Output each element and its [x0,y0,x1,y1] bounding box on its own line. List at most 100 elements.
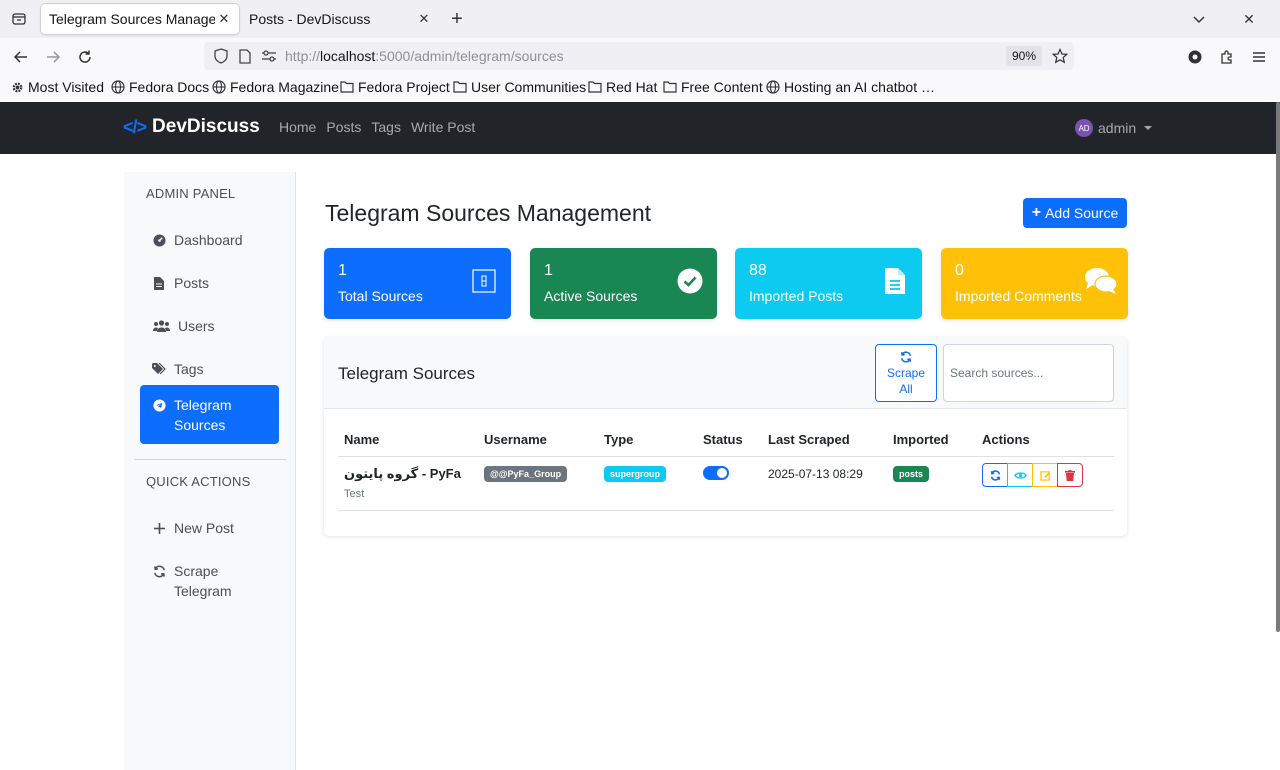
comments-icon [1084,268,1118,294]
url-text[interactable]: http://localhost:5000/admin/telegram/sou… [285,48,564,64]
user-menu-dropdown[interactable]: AD admin [1075,119,1153,137]
account-icon[interactable] [1183,45,1207,69]
column-header-last-scraped[interactable]: Last Scraped [768,432,850,447]
sidebar-divider [134,459,286,460]
nav-tags[interactable]: Tags [371,119,401,135]
quick-action-new-post[interactable]: New Post [140,512,279,544]
sidebar-heading-quick-actions: QUICK ACTIONS [146,474,251,489]
trash-icon [1065,469,1075,481]
source-description: Test [344,488,365,500]
scrape-source-button[interactable] [982,463,1008,487]
extensions-icon[interactable] [1215,45,1239,69]
chevron-down-icon[interactable] [1188,8,1210,30]
add-source-button[interactable]: + Add Source [1023,198,1127,228]
view-source-button[interactable] [1007,463,1033,487]
tab-list-icon[interactable] [8,8,30,30]
bookmark-fedora-magazine[interactable]: Fedora Magazine [212,79,339,95]
stat-value: 88 [749,262,767,279]
app-navbar: </> DevDiscuss Home Posts Tags Write Pos… [0,102,1280,154]
status-toggle[interactable] [703,466,729,480]
browser-tab-telegram-sources[interactable]: Telegram Sources Management ✕ [41,4,239,34]
sidebar-item-label: Users [178,318,215,334]
code-icon: </> [123,116,147,137]
scrape-all-button[interactable]: Scrape All [875,344,937,402]
bookmark-red-hat[interactable]: Red Hat [588,79,657,95]
column-header-type[interactable]: Type [604,432,633,447]
telegram-icon [152,395,166,415]
globe-icon [766,80,780,94]
bookmark-fedora-docs[interactable]: Fedora Docs [111,79,209,95]
brand-name: DevDiscuss [152,116,260,137]
stat-value: 1 [338,262,347,279]
bookmark-free-content[interactable]: Free Content [663,79,763,95]
new-tab-icon[interactable]: + [446,8,468,30]
nav-home[interactable]: Home [279,119,316,135]
close-tab-icon[interactable]: ✕ [215,10,233,28]
bookmark-label: Most Visited [28,79,104,95]
nav-write-post[interactable]: Write Post [411,119,475,135]
tab-title: Posts - DevDiscuss [249,11,371,27]
search-sources-input[interactable] [943,344,1114,402]
shield-icon[interactable] [212,47,230,65]
edit-source-button[interactable] [1032,463,1058,487]
sidebar-item-tags[interactable]: Tags [140,353,279,385]
scrollbar[interactable] [1276,102,1280,632]
browser-tabstrip: Telegram Sources Management ✕ Posts - De… [0,0,1280,38]
column-header-name[interactable]: Name [344,432,379,447]
stat-value: 1 [544,262,553,279]
sidebar-item-users[interactable]: Users [140,310,279,342]
stat-label: Total Sources [338,288,423,304]
sync-icon [876,349,936,365]
brand-link[interactable]: </> DevDiscuss [123,116,260,138]
imported-badge: posts [893,466,930,482]
stat-card-total-sources: 1 Total Sources [324,248,511,319]
sidebar-item-label: Posts [174,275,210,291]
quick-action-scrape-telegram[interactable]: Scrape Telegram [140,555,279,607]
column-header-status[interactable]: Status [703,432,743,447]
bookmark-hosting-ai-chatbot[interactable]: Hosting an AI chatbot … [766,79,935,95]
menu-icon[interactable] [1247,45,1271,69]
back-icon[interactable] [9,45,33,69]
bookmark-user-communities[interactable]: User Communities [453,79,586,95]
scrape-all-label-1: Scrape [886,366,926,380]
bookmark-star-icon[interactable] [1050,46,1070,66]
window-close-icon[interactable]: ✕ [1238,8,1260,30]
tab-title: Telegram Sources Management [49,11,215,27]
zoom-level-badge[interactable]: 90% [1006,46,1043,66]
reload-icon[interactable] [73,45,97,69]
stat-card-imported-posts: 88 Imported Posts [735,248,922,319]
close-tab-icon[interactable]: ✕ [415,10,433,28]
sidebar-item-dashboard[interactable]: Dashboard [140,224,279,256]
column-header-username[interactable]: Username [484,432,547,447]
browser-tab-posts[interactable]: Posts - DevDiscuss ✕ [241,4,439,34]
bookmark-label: Free Content [681,79,763,95]
bookmark-label: Fedora Magazine [230,79,339,95]
permissions-icon[interactable] [260,47,278,65]
column-header-imported[interactable]: Imported [893,432,949,447]
bookmark-most-visited[interactable]: Most Visited [11,79,104,95]
sidebar-item-telegram-sources[interactable]: Telegram Sources [140,385,279,444]
bookmark-label: Fedora Docs [129,79,210,95]
folder-icon [453,81,467,93]
sync-icon [990,469,1000,481]
admin-sidebar: ADMIN PANEL Dashboard Posts Users Tags T… [124,172,296,770]
url-path: :5000/admin/telegram/sources [375,48,564,64]
card-title: Telegram Sources [338,364,476,383]
column-header-actions: Actions [982,432,1030,447]
nav-posts[interactable]: Posts [326,119,361,135]
card-header: Telegram Sources Scrape All [324,337,1127,409]
delete-source-button[interactable] [1057,463,1083,487]
globe-icon [111,80,125,94]
plus-icon [152,518,166,538]
bookmark-label: Red Hat [606,79,658,95]
bookmark-fedora-project[interactable]: Fedora Project [340,79,450,95]
sidebar-item-posts[interactable]: Posts [140,267,279,299]
plus-icon: + [1031,204,1042,221]
username: admin [1098,120,1137,136]
users-icon [152,316,170,336]
bookmark-label: Fedora Project [358,79,450,95]
check-circle-icon [677,268,703,294]
page-icon[interactable] [236,47,254,65]
forward-icon[interactable] [41,45,65,69]
url-bar[interactable]: http://localhost:5000/admin/telegram/sou… [204,42,1074,70]
